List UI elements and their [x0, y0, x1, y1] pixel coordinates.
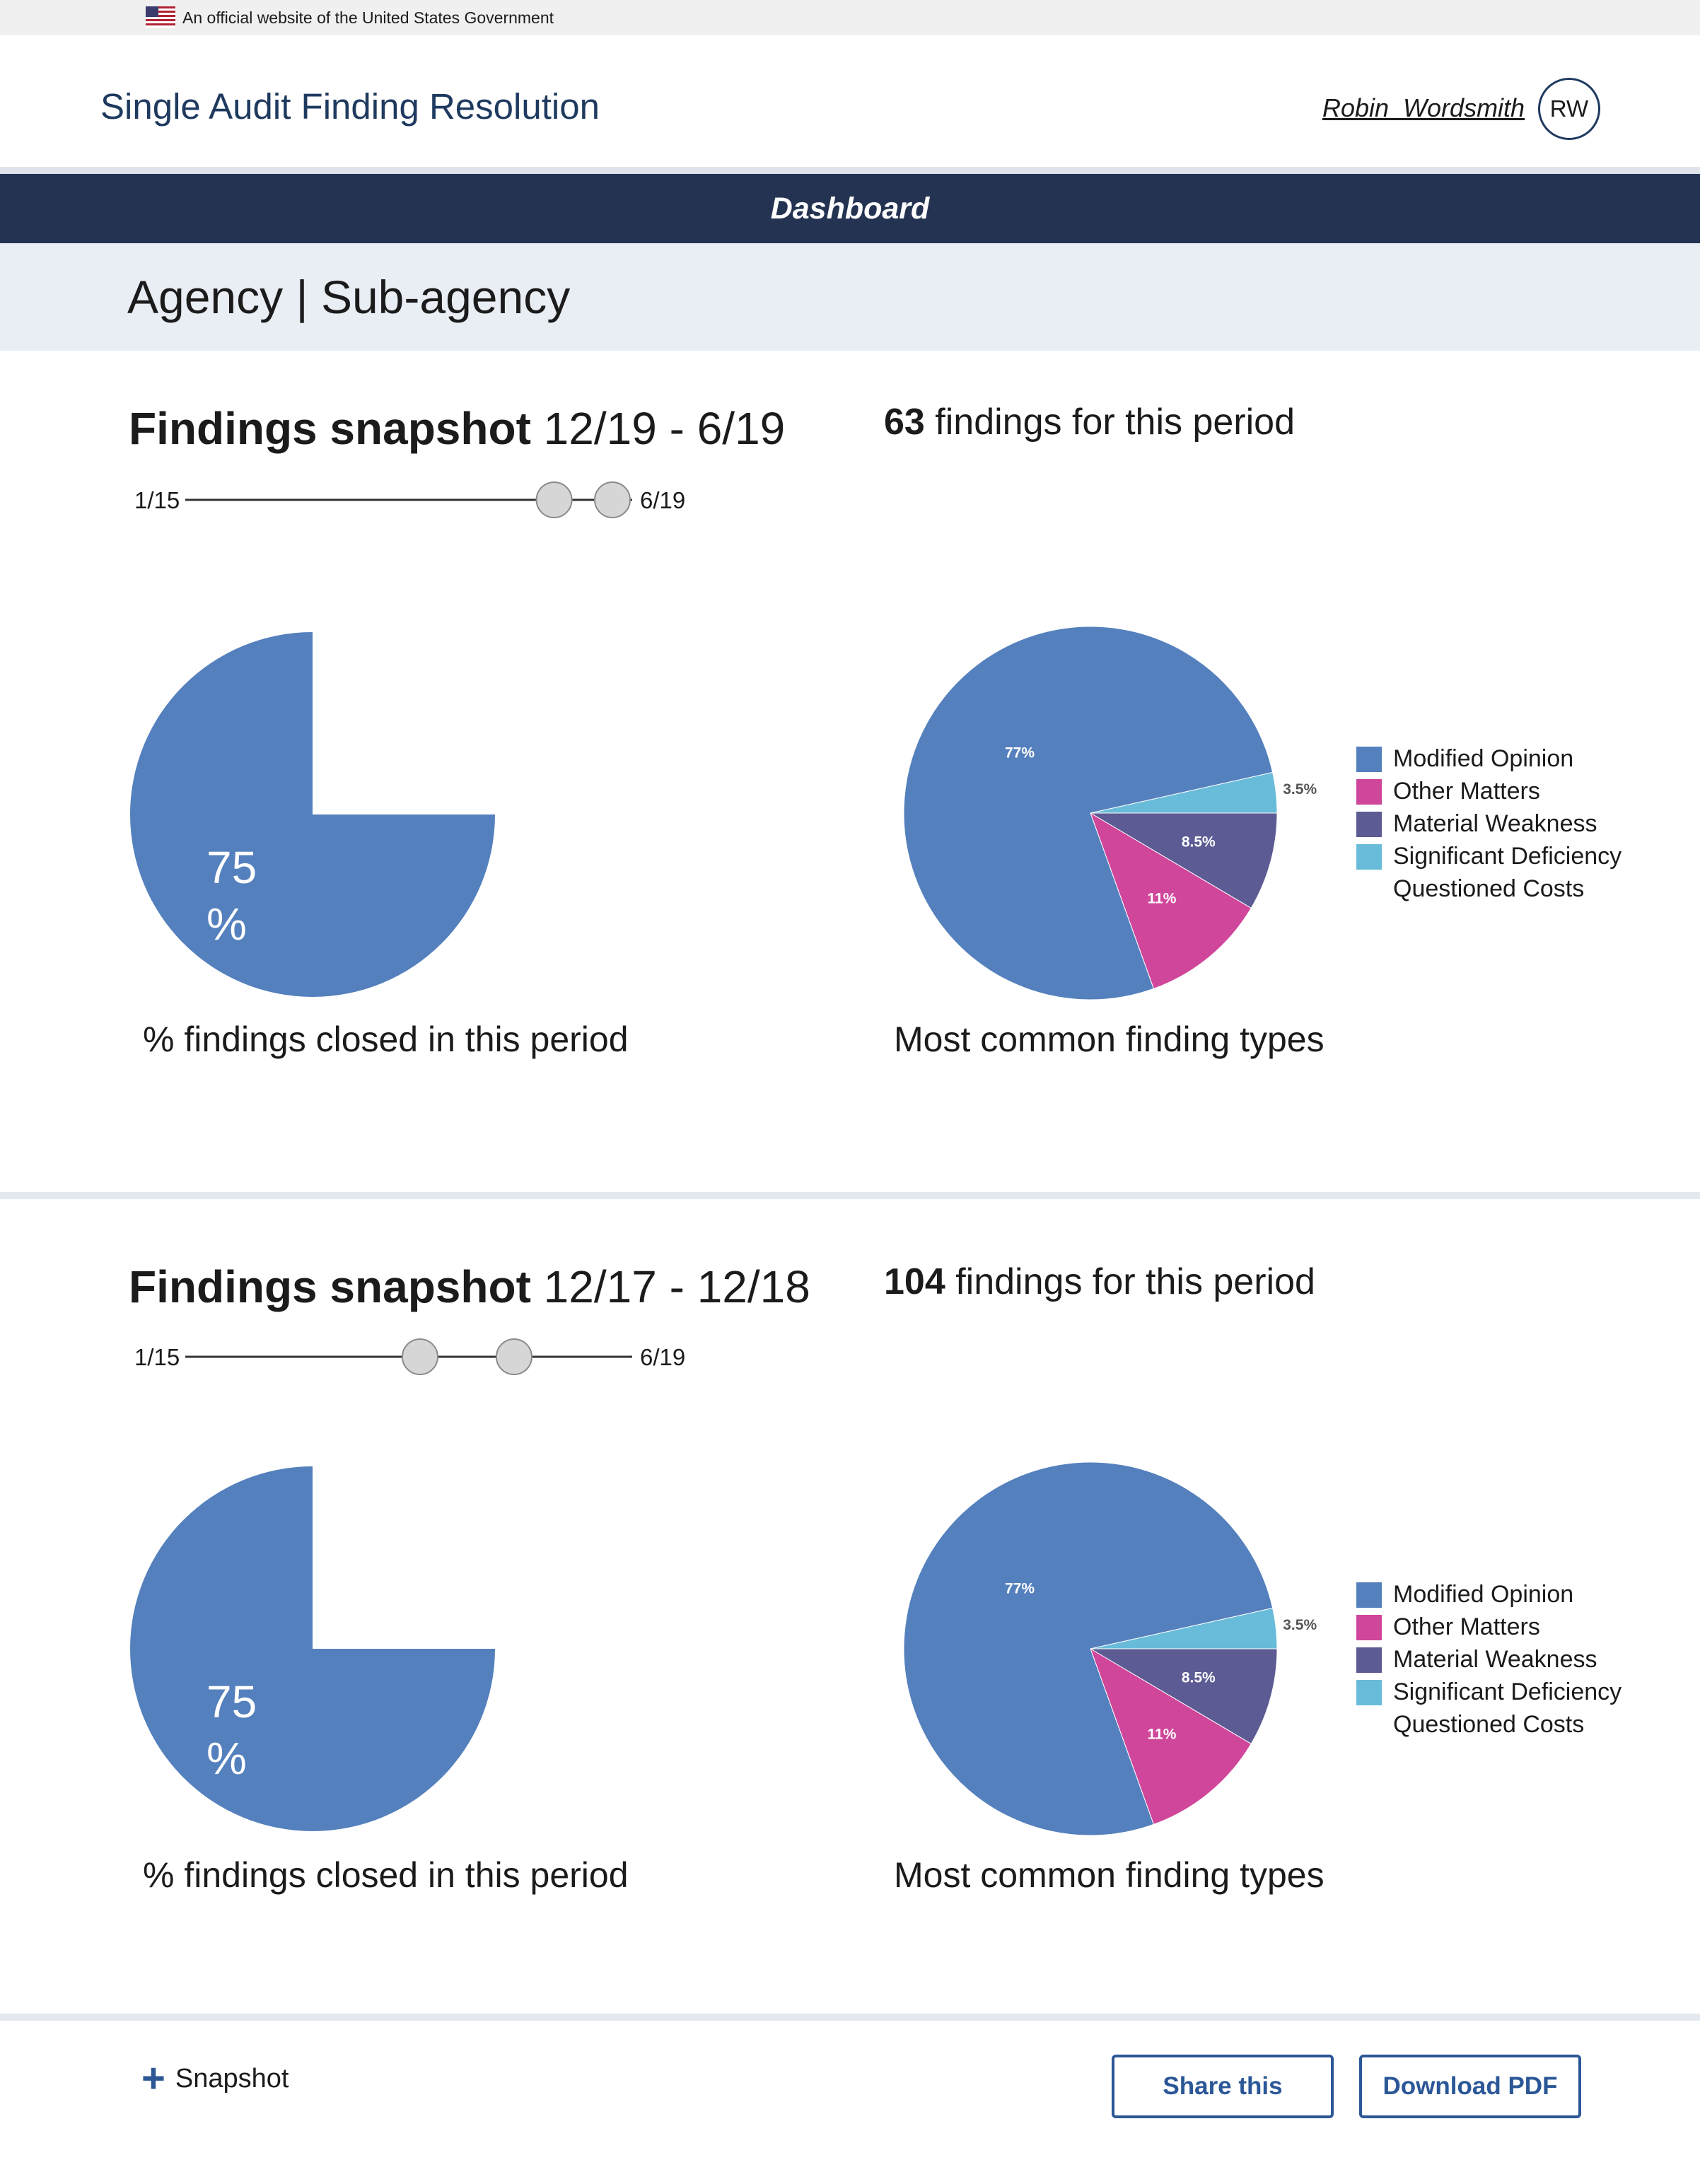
legend-swatch: [1356, 1582, 1382, 1608]
finding-types-legend: Modified Opinion Other Matters Material We…: [1356, 1578, 1667, 1748]
range-start-label: 1/15: [134, 1344, 180, 1370]
pie-data-label: 11%: [1148, 1727, 1177, 1743]
add-snapshot-button[interactable]: + Snapshot: [141, 2057, 289, 2100]
section-divider: [0, 2014, 1700, 2021]
slider-handle-end[interactable]: [495, 1338, 532, 1375]
slider-handle-end[interactable]: [594, 481, 631, 518]
snapshot-heading-range: 12/19 - 6/19: [530, 403, 786, 454]
finding-types-pie-chart: 77% 11% 8.5% 3.5%: [903, 1461, 1317, 1836]
add-snapshot-label: Snapshot: [175, 2064, 289, 2094]
finding-types-caption: Most common finding types: [894, 1855, 1325, 1895]
closed-findings-caption: % findings closed in this period: [143, 1020, 629, 1059]
pie-slice-closed: [130, 1466, 495, 1831]
closed-findings-pie-chart: [130, 1466, 495, 1831]
closed-findings-pie-chart: [130, 632, 495, 997]
findings-count-text: findings for this period: [924, 402, 1296, 443]
snapshot-heading-bold: Findings snapshot: [129, 1261, 531, 1312]
finding-types-pie-chart: 77% 11% 8.5% 3.5%: [903, 626, 1317, 1000]
snapshot-heading: Findings snapshot 12/17 - 12/18: [129, 1259, 810, 1315]
legend-label: Questioned Costs: [1393, 875, 1585, 902]
pie-data-label: 3.5%: [1283, 1617, 1317, 1633]
snapshot-heading-bold: Findings snapshot: [129, 403, 531, 454]
range-end-label: 6/19: [640, 1344, 686, 1370]
findings-count-number: 63: [884, 402, 925, 443]
finding-types-legend: Modified Opinion Other Matters Material We…: [1356, 742, 1667, 912]
findings-count-number: 104: [884, 1261, 945, 1302]
findings-count-text: findings for this period: [945, 1261, 1315, 1302]
pie-data-label: 3.5%: [1283, 781, 1317, 798]
legend-label: Modified Opinion: [1393, 1581, 1574, 1608]
legend-swatch: [1356, 1680, 1382, 1705]
closed-pct-value: 75: [206, 842, 257, 893]
pie-data-label: 8.5%: [1182, 834, 1216, 850]
download-pdf-button[interactable]: Download PDF: [1359, 2055, 1581, 2118]
legend-swatch: [1356, 1615, 1382, 1640]
legend-label: Other Matters: [1393, 1613, 1540, 1640]
avatar[interactable]: RW: [1538, 78, 1600, 140]
user-name-link[interactable]: Robin Wordsmith: [1322, 90, 1525, 126]
legend-swatch: [1356, 844, 1382, 870]
closed-pct-value: 75: [206, 1676, 257, 1727]
pie-data-label: 77%: [1005, 1581, 1035, 1597]
dashboard-tab[interactable]: Dashboard: [0, 174, 1700, 243]
range-start-label: 1/15: [134, 487, 180, 513]
findings-count: 63 findings for this period: [884, 397, 1295, 447]
legend-swatch: [1356, 812, 1382, 837]
finding-types-caption: Most common finding types: [894, 1020, 1325, 1059]
slider-handle-start[interactable]: [401, 1338, 438, 1375]
findings-count: 104 findings for this period: [884, 1257, 1315, 1307]
gov-banner-text: An official website of the United States…: [182, 8, 554, 27]
date-range-slider[interactable]: [185, 1332, 638, 1382]
pie-data-label: 8.5%: [1182, 1669, 1216, 1686]
snapshot-heading: Findings snapshot 12/19 - 6/19: [129, 400, 785, 457]
legend-label: Significant Deficiency: [1393, 843, 1622, 870]
legend-label: Other Matters: [1393, 778, 1540, 805]
legend-label: Significant Deficiency: [1393, 1678, 1622, 1705]
legend-swatch: [1356, 1647, 1382, 1673]
date-range-slider[interactable]: [185, 475, 638, 525]
legend-label: Material Weakness: [1393, 810, 1597, 837]
closed-findings-caption: % findings closed in this period: [143, 1855, 629, 1895]
pie-data-label: 11%: [1148, 891, 1177, 907]
legend-swatch: [1356, 747, 1382, 772]
legend-label: Modified Opinion: [1393, 745, 1574, 772]
legend-swatch: [1356, 779, 1382, 805]
pie-data-label: 77%: [1005, 745, 1035, 761]
closed-pct-sign: %: [206, 1733, 247, 1784]
section-divider: [0, 1192, 1700, 1199]
pie-slice-closed: [130, 632, 495, 997]
plus-icon: +: [141, 2055, 165, 2101]
snapshot-heading-range: 12/17 - 12/18: [530, 1261, 810, 1312]
agency-title: Agency | Sub-agency: [127, 271, 571, 323]
closed-pct-sign: %: [206, 899, 247, 950]
site-title[interactable]: Single Audit Finding Resolution: [100, 83, 600, 130]
share-button[interactable]: Share this: [1112, 2055, 1334, 2118]
legend-label: Material Weakness: [1393, 1646, 1597, 1673]
header-border: [0, 167, 1700, 174]
range-end-label: 6/19: [640, 487, 686, 513]
slider-handle-start[interactable]: [535, 481, 573, 518]
legend-label: Questioned Costs: [1393, 1711, 1585, 1738]
us-flag-icon: [146, 6, 175, 28]
